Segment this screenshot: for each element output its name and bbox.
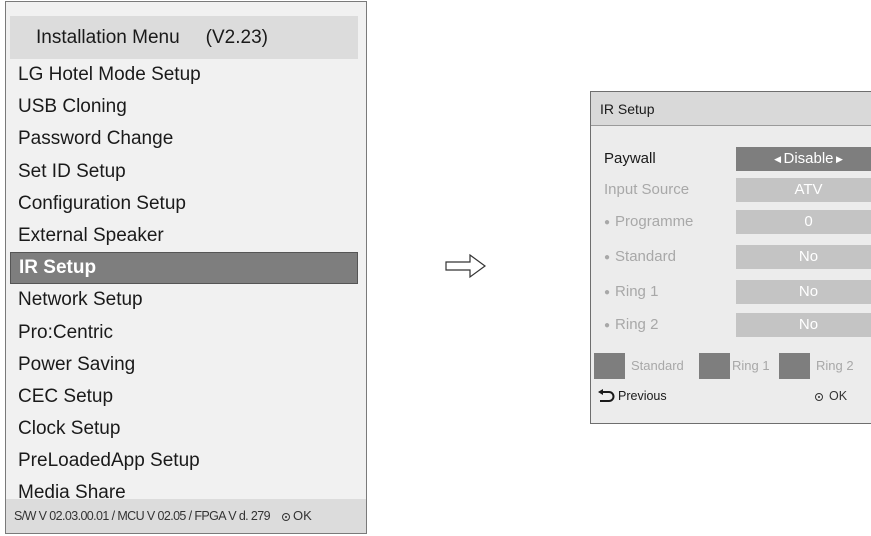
menu-item[interactable]: IR Setup — [10, 252, 358, 285]
ir-setting-row: ● Ring 1 No — [591, 280, 871, 304]
setting-label-text: Programme — [615, 213, 694, 230]
menu-item[interactable]: Set ID Setup — [10, 156, 358, 188]
bullet-icon: ● — [604, 320, 611, 331]
menu-item[interactable]: USB Cloning — [10, 91, 358, 123]
panel-navigation: Previous OK — [591, 387, 871, 407]
previous-button[interactable]: Previous — [597, 387, 667, 405]
menu-title: Installation Menu (V2.23) — [10, 16, 358, 59]
menu-item[interactable]: Clock Setup — [10, 413, 358, 445]
ir-setting-row: ● Standard No — [591, 245, 871, 269]
previous-label: Previous — [618, 389, 667, 403]
setting-value: No — [736, 313, 871, 337]
setting-value: No — [736, 245, 871, 269]
ok-dot-icon — [815, 392, 823, 401]
menu-footer: S/W V 02.03.00.01 / MCU V 02.05 / FPGA V… — [6, 499, 366, 533]
setting-label-text: Standard — [615, 248, 676, 265]
bullet-icon: ● — [604, 217, 611, 228]
ring2-color-key[interactable] — [779, 353, 810, 379]
setting-label: Input Source — [604, 178, 689, 202]
right-arrow-icon — [445, 253, 487, 279]
return-arrow-icon — [598, 389, 615, 402]
ir-setting-row: Input Source ATV — [591, 178, 871, 202]
ir-setting-row: ● Ring 2 No — [591, 313, 871, 337]
setting-label: ● Ring 1 — [604, 280, 658, 305]
setting-value[interactable]: ◀ Disable ▶ — [736, 147, 871, 171]
menu-item[interactable]: Password Change — [10, 123, 358, 155]
setting-value-text: No — [798, 283, 819, 300]
menu-item[interactable]: Power Saving — [10, 349, 358, 381]
footer-ok-label: OK — [292, 508, 312, 523]
setting-label: ● Standard — [604, 245, 676, 270]
menu-item[interactable]: LG Hotel Mode Setup — [10, 59, 358, 91]
setting-value: ATV — [736, 178, 871, 202]
setting-value-text: No — [798, 316, 819, 333]
menu-list: LG Hotel Mode Setup USB Cloning Password C… — [10, 59, 358, 510]
ok-label: OK — [829, 389, 848, 403]
ring1-key-label: Ring 1 — [732, 358, 770, 373]
setting-value-text: 0 — [804, 213, 813, 230]
setting-label: ● Ring 2 — [604, 313, 658, 338]
menu-title-text: Installation Menu — [36, 27, 180, 48]
standard-key-label: Standard — [631, 358, 684, 373]
ir-setting-row[interactable]: Paywall ◀ Disable ▶ — [591, 147, 871, 171]
setting-label-text: Ring 1 — [615, 283, 659, 300]
bullet-icon: ● — [604, 287, 611, 298]
menu-item[interactable]: PreLoadedApp Setup — [10, 445, 358, 477]
setting-label-text: Input Source — [604, 181, 690, 198]
installation-menu: Installation Menu (V2.23) LG Hotel Mode S… — [5, 1, 367, 534]
menu-item[interactable]: Configuration Setup — [10, 188, 358, 220]
bullet-icon: ● — [604, 252, 611, 263]
setting-label-text: Paywall — [604, 150, 656, 167]
menu-version: (V2.23) — [205, 27, 268, 48]
menu-item[interactable]: Pro:Centric — [10, 317, 358, 349]
ok-button[interactable]: OK — [815, 387, 847, 405]
setting-label: Paywall — [604, 147, 656, 171]
ring1-color-key[interactable] — [699, 353, 730, 379]
setting-value-text: ATV — [794, 181, 823, 198]
menu-item[interactable]: External Speaker — [10, 220, 358, 252]
panel-title: IR Setup — [591, 92, 871, 126]
ir-setup-panel: IR Setup Paywall ◀ Disable ▶ Input Source A… — [590, 91, 871, 424]
menu-item[interactable]: Network Setup — [10, 284, 358, 316]
setting-label: ● Programme — [604, 210, 693, 235]
setting-value: 0 — [736, 210, 871, 234]
setting-value-text: Disable — [783, 150, 834, 167]
setting-label-text: Ring 2 — [615, 316, 659, 333]
color-key-legend: Standard Ring 1 Ring 2 — [591, 353, 871, 380]
menu-item[interactable]: CEC Setup — [10, 381, 358, 413]
setting-value: No — [736, 280, 871, 304]
standard-color-key[interactable] — [594, 353, 625, 379]
right-arrow-icon[interactable]: ▶ — [834, 154, 843, 164]
ir-setting-row: ● Programme 0 — [591, 210, 871, 234]
ok-dot-icon — [281, 512, 290, 521]
software-version: S/W V 02.03.00.01 / MCU V 02.05 / FPGA V… — [14, 509, 271, 523]
footer-ok[interactable]: OK — [281, 508, 312, 523]
setting-value-text: No — [798, 248, 819, 265]
ring2-key-label: Ring 2 — [816, 358, 854, 373]
